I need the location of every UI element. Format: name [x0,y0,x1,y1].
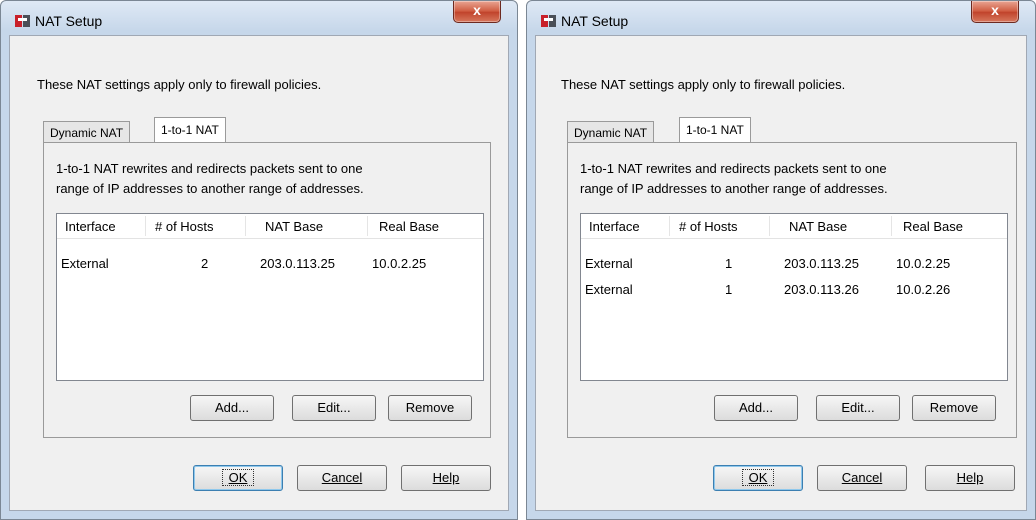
cancel-button[interactable]: Cancel [817,465,907,491]
tab-panel-1-to-1-nat: 1-to-1 NAT rewrites and redirects packet… [567,142,1017,438]
edit-button[interactable]: Edit... [292,395,376,421]
close-icon[interactable]: x [971,1,1019,23]
description-line: 1-to-1 NAT rewrites and redirects packet… [580,161,887,176]
ok-button[interactable]: OK [193,465,283,491]
cell-real-base: 10.0.2.25 [372,256,427,271]
cell-interface: External [585,282,633,297]
nat-rules-list[interactable]: Interface # of Hosts NAT Base Real Base … [580,213,1008,381]
remove-button[interactable]: Remove [912,395,996,421]
tab-1-to-1-nat[interactable]: 1-to-1 NAT [154,117,226,142]
watchguard-app-icon [541,15,556,27]
help-button-label: Help [956,470,984,485]
column-divider[interactable] [145,216,146,236]
description-line: range of IP addresses to another range o… [580,181,888,196]
nat-setup-dialog-right: NAT Setup x These NAT settings apply onl… [526,0,1036,520]
cell-real-base: 10.0.2.25 [896,256,951,271]
cancel-button[interactable]: Cancel [297,465,387,491]
list-header: Interface # of Hosts NAT Base Real Base [57,214,483,239]
column-header-hosts[interactable]: # of Hosts [155,219,214,234]
edit-button[interactable]: Edit... [816,395,900,421]
column-divider[interactable] [769,216,770,236]
cell-real-base: 10.0.2.26 [896,282,951,297]
tab-dynamic-nat[interactable]: Dynamic NAT [567,121,655,143]
column-divider[interactable] [245,216,246,236]
add-button[interactable]: Add... [714,395,798,421]
ok-button-label: OK [741,469,775,486]
column-header-real-base[interactable]: Real Base [379,219,439,234]
cell-nat-base: 203.0.113.26 [784,282,859,297]
title-bar[interactable]: NAT Setup x [1,1,517,35]
nat-rules-list[interactable]: Interface # of Hosts NAT Base Real Base … [56,213,484,381]
help-button[interactable]: Help [401,465,491,491]
cell-hosts: 1 [725,256,733,271]
ok-button-label: OK [221,469,255,486]
cell-hosts: 2 [201,256,209,271]
column-divider[interactable] [367,216,368,236]
nat-description: 1-to-1 NAT rewrites and redirects packet… [56,159,364,199]
column-header-real-base[interactable]: Real Base [903,219,963,234]
column-header-nat-base[interactable]: NAT Base [265,219,323,234]
ok-button[interactable]: OK [713,465,803,491]
close-icon[interactable]: x [453,1,501,23]
watchguard-app-icon [15,15,30,27]
intro-text: These NAT settings apply only to firewal… [37,77,322,92]
description-line: range of IP addresses to another range o… [56,181,364,196]
window-title: NAT Setup [561,13,629,29]
cell-nat-base: 203.0.113.25 [260,256,335,271]
cell-interface: External [585,256,633,271]
remove-button[interactable]: Remove [388,395,472,421]
cancel-button-label: Cancel [321,470,363,485]
title-bar[interactable]: NAT Setup x [527,1,1035,35]
nat-description: 1-to-1 NAT rewrites and redirects packet… [580,159,888,199]
help-button[interactable]: Help [925,465,1015,491]
column-header-interface[interactable]: Interface [65,219,116,234]
column-header-interface[interactable]: Interface [589,219,640,234]
description-line: 1-to-1 NAT rewrites and redirects packet… [56,161,363,176]
intro-text: These NAT settings apply only to firewal… [561,77,846,92]
list-header: Interface # of Hosts NAT Base Real Base [581,214,1007,239]
cell-nat-base: 203.0.113.25 [784,256,859,271]
tab-1-to-1-nat[interactable]: 1-to-1 NAT [679,117,751,142]
nat-setup-dialog-left: NAT Setup x These NAT settings apply onl… [0,0,518,520]
cell-hosts: 1 [725,282,733,297]
tab-dynamic-nat[interactable]: Dynamic NAT [43,121,131,143]
cell-interface: External [61,256,109,271]
column-header-nat-base[interactable]: NAT Base [789,219,847,234]
cancel-button-label: Cancel [841,470,883,485]
column-divider[interactable] [891,216,892,236]
column-divider[interactable] [669,216,670,236]
window-title: NAT Setup [35,13,103,29]
help-button-label: Help [432,470,460,485]
tab-panel-1-to-1-nat: 1-to-1 NAT rewrites and redirects packet… [43,142,491,438]
add-button[interactable]: Add... [190,395,274,421]
column-header-hosts[interactable]: # of Hosts [679,219,738,234]
